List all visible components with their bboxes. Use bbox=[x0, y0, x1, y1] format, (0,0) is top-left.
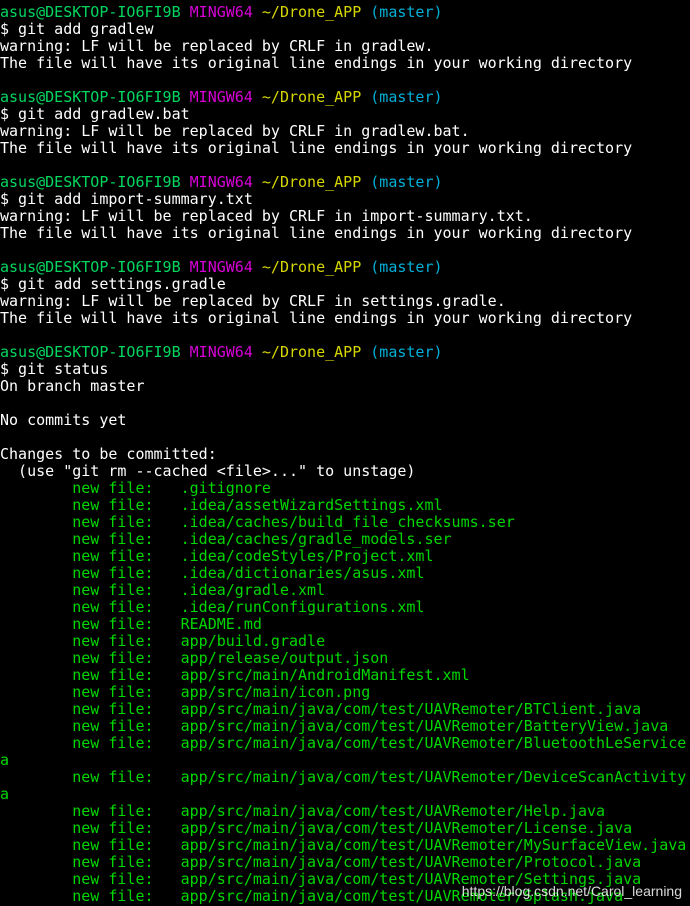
command-line: $ git add import-summary.txt bbox=[0, 190, 253, 208]
prompt-user-host: asus@DESKTOP-IO6FI9B bbox=[0, 258, 181, 276]
staged-file-line: new file: app/src/main/java/com/test/UAV… bbox=[0, 853, 642, 871]
output-line: No commits yet bbox=[0, 411, 127, 429]
prompt-path: ~/Drone_APP bbox=[261, 3, 362, 21]
staged-file-line: new file: app/src/main/java/com/test/UAV… bbox=[0, 819, 633, 837]
prompt-user-host: asus@DESKTOP-IO6FI9B bbox=[0, 343, 181, 361]
staged-file-line: new file: app/src/main/java/com/test/UAV… bbox=[0, 717, 669, 735]
prompt-line: asus@DESKTOP-IO6FI9B MINGW64 ~/Drone_APP… bbox=[0, 344, 690, 361]
output-line: The file will have its original line end… bbox=[0, 54, 633, 72]
output-line: On branch master bbox=[0, 377, 145, 395]
staged-file-line: new file: .idea/runConfigurations.xml bbox=[0, 598, 425, 616]
terminal-window[interactable]: asus@DESKTOP-IO6FI9B MINGW64 ~/Drone_APP… bbox=[0, 0, 690, 906]
prompt-line: asus@DESKTOP-IO6FI9B MINGW64 ~/Drone_APP… bbox=[0, 89, 690, 106]
staged-file-line: new file: app/src/main/java/com/test/UAV… bbox=[0, 802, 606, 820]
terminal-output: asus@DESKTOP-IO6FI9B MINGW64 ~/Drone_APP… bbox=[0, 4, 690, 905]
staged-file-line: new file: app/src/main/java/com/test/UAV… bbox=[0, 700, 642, 718]
command-line: $ git add settings.gradle bbox=[0, 275, 226, 293]
output-line: warning: LF will be replaced by CRLF in … bbox=[0, 37, 434, 55]
staged-file-line: new file: app/release/output.json bbox=[0, 649, 389, 667]
prompt-branch: (master) bbox=[370, 88, 443, 106]
staged-file-line: new file: app/src/main/java/com/test/UAV… bbox=[0, 836, 687, 854]
staged-file-line: new file: .idea/caches/build_file_checks… bbox=[0, 513, 515, 531]
prompt-env: MINGW64 bbox=[189, 173, 253, 191]
prompt-path: ~/Drone_APP bbox=[261, 173, 362, 191]
command-line: $ git status bbox=[0, 360, 109, 378]
prompt-path: ~/Drone_APP bbox=[261, 88, 362, 106]
output-line: The file will have its original line end… bbox=[0, 139, 633, 157]
staged-file-line: new file: README.md bbox=[0, 615, 262, 633]
output-line: The file will have its original line end… bbox=[0, 309, 633, 327]
staged-file-line: new file: app/src/main/icon.png bbox=[0, 683, 371, 701]
prompt-line: asus@DESKTOP-IO6FI9B MINGW64 ~/Drone_APP… bbox=[0, 259, 690, 276]
staged-file-line: new file: .idea/codeStyles/Project.xml bbox=[0, 547, 434, 565]
staged-file-line: a bbox=[0, 751, 10, 769]
staged-file-line: new file: app/src/main/java/com/test/UAV… bbox=[0, 734, 690, 752]
prompt-env: MINGW64 bbox=[189, 258, 253, 276]
staged-file-line: new file: .idea/assetWizardSettings.xml bbox=[0, 496, 443, 514]
prompt-user-host: asus@DESKTOP-IO6FI9B bbox=[0, 88, 181, 106]
prompt-line: asus@DESKTOP-IO6FI9B MINGW64 ~/Drone_APP… bbox=[0, 4, 690, 21]
prompt-path: ~/Drone_APP bbox=[261, 343, 362, 361]
output-line: (use "git rm --cached <file>..." to unst… bbox=[0, 462, 416, 480]
output-line: warning: LF will be replaced by CRLF in … bbox=[0, 292, 506, 310]
output-line: warning: LF will be replaced by CRLF in … bbox=[0, 122, 470, 140]
prompt-user-host: asus@DESKTOP-IO6FI9B bbox=[0, 3, 181, 21]
prompt-env: MINGW64 bbox=[189, 88, 253, 106]
staged-file-line: new file: .gitignore bbox=[0, 479, 271, 497]
staged-file-line: new file: app/src/main/AndroidManifest.x… bbox=[0, 666, 470, 684]
staged-file-line: new file: app/src/main/java/com/test/UAV… bbox=[0, 768, 690, 786]
prompt-branch: (master) bbox=[370, 258, 443, 276]
prompt-env: MINGW64 bbox=[189, 343, 253, 361]
command-line: $ git add gradlew bbox=[0, 20, 154, 38]
staged-file-line: a bbox=[0, 785, 10, 803]
output-line: warning: LF will be replaced by CRLF in … bbox=[0, 207, 533, 225]
staged-file-line: new file: app/build.gradle bbox=[0, 632, 326, 650]
command-line: $ git add gradlew.bat bbox=[0, 105, 190, 123]
prompt-line: asus@DESKTOP-IO6FI9B MINGW64 ~/Drone_APP… bbox=[0, 174, 690, 191]
output-line: The file will have its original line end… bbox=[0, 224, 633, 242]
prompt-branch: (master) bbox=[370, 3, 443, 21]
watermark: https://blog.csdn.net/Carol_learning bbox=[461, 883, 682, 899]
staged-file-line: new file: .idea/caches/gradle_models.ser bbox=[0, 530, 452, 548]
prompt-branch: (master) bbox=[370, 343, 443, 361]
prompt-env: MINGW64 bbox=[189, 3, 253, 21]
prompt-branch: (master) bbox=[370, 173, 443, 191]
staged-file-line: new file: .idea/dictionaries/asus.xml bbox=[0, 564, 425, 582]
staged-file-line: new file: .idea/gradle.xml bbox=[0, 581, 326, 599]
prompt-user-host: asus@DESKTOP-IO6FI9B bbox=[0, 173, 181, 191]
prompt-path: ~/Drone_APP bbox=[261, 258, 362, 276]
output-line: Changes to be committed: bbox=[0, 445, 217, 463]
